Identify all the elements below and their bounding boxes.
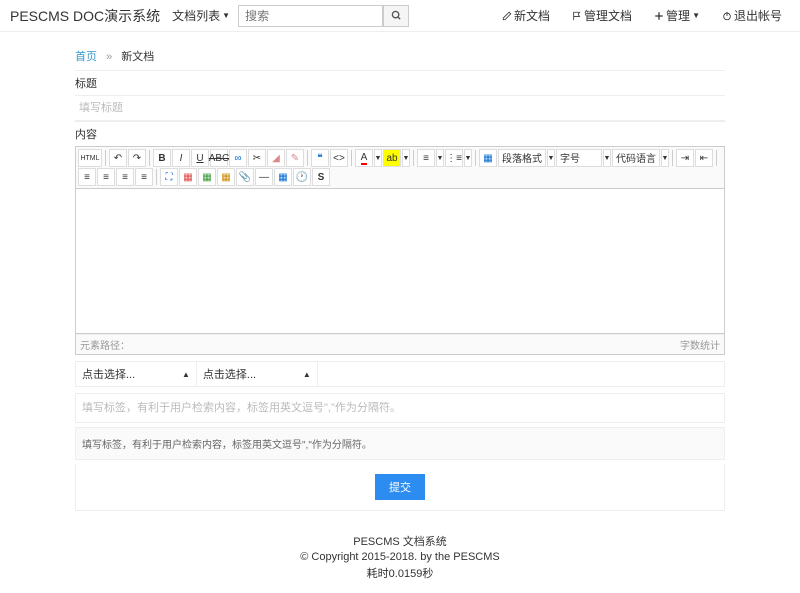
power-icon bbox=[722, 11, 732, 21]
link-button[interactable]: ∞ bbox=[229, 149, 247, 167]
tb-extra3[interactable]: ▦ bbox=[217, 168, 235, 186]
nav-logout[interactable]: 退出帐号 bbox=[722, 7, 782, 24]
nav-doc-list[interactable]: 文档列表▼ bbox=[172, 7, 230, 24]
content-label: 内容 bbox=[75, 121, 725, 146]
search-input[interactable] bbox=[238, 5, 383, 27]
indent-button[interactable]: ⇥ bbox=[676, 149, 694, 167]
toolbar-separator bbox=[475, 150, 476, 166]
time-button[interactable]: 🕐 bbox=[293, 168, 311, 186]
select-2[interactable]: 点击选择... bbox=[197, 362, 297, 386]
editor-body[interactable] bbox=[75, 189, 725, 334]
align-justify-button[interactable]: ≡ bbox=[135, 168, 153, 186]
strikethrough-button[interactable]: ABC bbox=[210, 149, 228, 167]
format-clear-button[interactable]: ✎ bbox=[286, 149, 304, 167]
edit-icon bbox=[502, 11, 512, 21]
breadcrumb: 首页 » 新文档 bbox=[75, 42, 725, 70]
plus-icon bbox=[654, 11, 664, 21]
ordered-list-button[interactable]: ≡ bbox=[417, 149, 435, 167]
align-right-button[interactable]: ≡ bbox=[116, 168, 134, 186]
toolbar-separator bbox=[149, 150, 150, 166]
search-icon bbox=[391, 10, 402, 21]
ul-dropdown[interactable]: ▼ bbox=[464, 149, 472, 167]
size-dropdown[interactable]: ▼ bbox=[603, 149, 611, 167]
breadcrumb-separator: » bbox=[106, 51, 112, 63]
para-format-select[interactable]: 段落格式 bbox=[498, 149, 546, 167]
fullscreen-button[interactable]: ⛶ bbox=[160, 168, 178, 186]
caret-down-icon: ▼ bbox=[692, 11, 700, 20]
eraser-button[interactable]: ◢ bbox=[267, 149, 285, 167]
submit-button[interactable]: 提交 bbox=[375, 474, 425, 500]
unlink-button[interactable]: ✂ bbox=[248, 149, 266, 167]
footer-line2: © Copyright 2015-2018. by the PESCMS bbox=[0, 551, 800, 563]
date-button[interactable]: ▦ bbox=[274, 168, 292, 186]
breadcrumb-current: 新文档 bbox=[121, 51, 154, 63]
code-lang-select[interactable]: 代码语言 bbox=[612, 149, 660, 167]
blockquote-button[interactable]: ❝ bbox=[311, 149, 329, 167]
hr-button[interactable]: — bbox=[255, 168, 273, 186]
fontcolor-button[interactable]: A bbox=[355, 149, 373, 167]
image-button[interactable]: ▦ bbox=[479, 149, 497, 167]
italic-button[interactable]: I bbox=[172, 149, 190, 167]
search-button[interactable] bbox=[383, 5, 409, 27]
attachment-button[interactable]: 📎 bbox=[236, 168, 254, 186]
toolbar-separator bbox=[672, 150, 673, 166]
align-left-button[interactable]: ≡ bbox=[78, 168, 96, 186]
toolbar-separator bbox=[716, 150, 717, 166]
toolbar-separator bbox=[351, 150, 352, 166]
category-selects: 点击选择... ▲ 点击选择... ▲ bbox=[75, 361, 725, 387]
ol-dropdown[interactable]: ▼ bbox=[436, 149, 444, 167]
title-label: 标题 bbox=[75, 70, 725, 95]
footer-line3: 耗时0.0159秒 bbox=[0, 565, 800, 581]
undo-button[interactable]: ↶ bbox=[109, 149, 127, 167]
code-button[interactable]: <> bbox=[330, 149, 348, 167]
select-1[interactable]: 点击选择... bbox=[76, 362, 176, 386]
brand: PESCMS DOC演示系统 bbox=[10, 6, 160, 26]
toolbar-separator bbox=[307, 150, 308, 166]
word-count[interactable]: 字数统计 bbox=[680, 337, 720, 352]
align-center-button[interactable]: ≡ bbox=[97, 168, 115, 186]
nav-new-doc[interactable]: 新文档 bbox=[502, 7, 550, 24]
caret-up-icon[interactable]: ▲ bbox=[176, 370, 196, 379]
editor-footer: 元素路径： 字数统计 bbox=[75, 334, 725, 355]
tb-extra1[interactable]: ▦ bbox=[179, 168, 197, 186]
element-path: 元素路径： bbox=[80, 337, 130, 352]
special-s-button[interactable]: S bbox=[312, 168, 330, 186]
tags-hint: 填写标签，有利于用户检索内容，标签用英文逗号","作为分隔符。 bbox=[75, 427, 725, 460]
search-box bbox=[238, 5, 409, 27]
editor-toolbar: HTML ↶ ↷ B I U ABC ∞ ✂ ◢ ✎ ❝ <> A▼ ab▼ ≡… bbox=[75, 146, 725, 189]
caret-down-icon: ▼ bbox=[222, 11, 230, 20]
toolbar-separator bbox=[413, 150, 414, 166]
underline-button[interactable]: U bbox=[191, 149, 209, 167]
top-nav: PESCMS DOC演示系统 文档列表▼ 新文档 管理文档 管理▼ 退出帐号 bbox=[0, 0, 800, 32]
bold-button[interactable]: B bbox=[153, 149, 171, 167]
outdent-button[interactable]: ⇤ bbox=[695, 149, 713, 167]
toolbar-separator bbox=[156, 169, 157, 185]
nav-manage[interactable]: 管理▼ bbox=[654, 7, 700, 24]
flag-icon bbox=[572, 11, 582, 21]
fontcolor-dropdown[interactable]: ▼ bbox=[374, 149, 382, 167]
redo-button[interactable]: ↷ bbox=[128, 149, 146, 167]
font-size-select[interactable]: 字号 bbox=[556, 149, 602, 167]
bgcolor-button[interactable]: ab bbox=[383, 149, 401, 167]
tb-extra2[interactable]: ▦ bbox=[198, 168, 216, 186]
bgcolor-dropdown[interactable]: ▼ bbox=[402, 149, 410, 167]
title-input[interactable] bbox=[75, 95, 725, 121]
html-button[interactable]: HTML bbox=[78, 149, 102, 167]
caret-up-icon[interactable]: ▲ bbox=[297, 370, 317, 379]
tags-input[interactable] bbox=[75, 393, 725, 423]
breadcrumb-home[interactable]: 首页 bbox=[75, 51, 97, 63]
unordered-list-button[interactable]: ⋮≡ bbox=[445, 149, 463, 167]
footer-line1: PESCMS 文档系统 bbox=[0, 533, 800, 549]
para-dropdown[interactable]: ▼ bbox=[547, 149, 555, 167]
nav-manage-doc[interactable]: 管理文档 bbox=[572, 7, 632, 24]
footer: PESCMS 文档系统 © Copyright 2015-2018. by th… bbox=[0, 511, 800, 593]
toolbar-separator bbox=[105, 150, 106, 166]
lang-dropdown[interactable]: ▼ bbox=[661, 149, 669, 167]
